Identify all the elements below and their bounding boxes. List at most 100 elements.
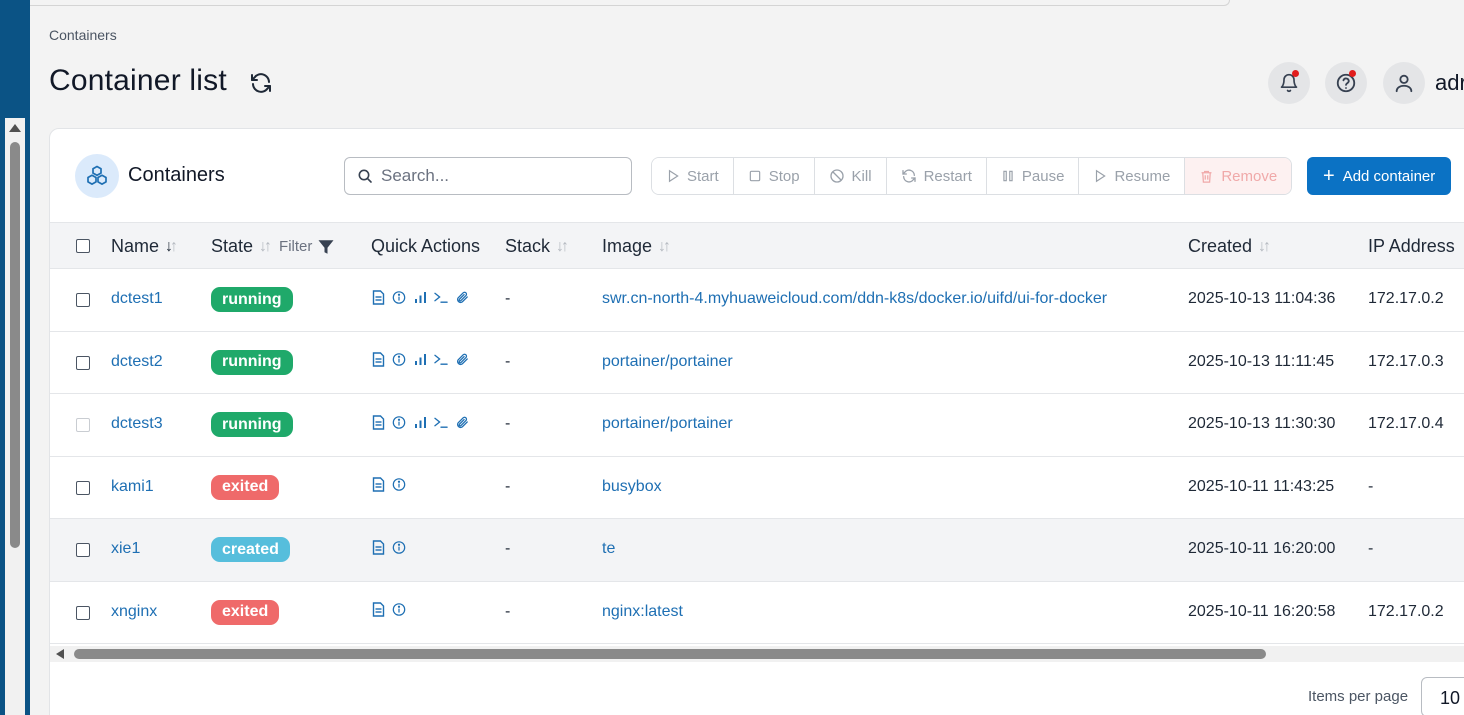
kill-button[interactable]: Kill — [814, 158, 887, 194]
refresh-icon[interactable] — [249, 71, 273, 95]
info-icon[interactable] — [392, 414, 406, 430]
notifications-button[interactable] — [1268, 62, 1310, 104]
sort-icon[interactable]: ↓↑ — [1258, 238, 1271, 256]
column-state[interactable]: State ↓↑ Filter — [211, 236, 335, 257]
stop-label: Stop — [768, 167, 800, 185]
horizontal-scrollbar-thumb[interactable] — [74, 649, 1266, 659]
row-checkbox[interactable] — [76, 418, 90, 432]
stop-button[interactable]: Stop — [733, 158, 815, 194]
play-icon — [668, 169, 679, 183]
stats-icon[interactable] — [413, 414, 427, 430]
logs-icon[interactable] — [371, 352, 385, 368]
info-icon[interactable] — [392, 539, 406, 555]
column-quick-actions: Quick Actions — [371, 236, 480, 257]
add-container-label: Add container — [1342, 167, 1436, 185]
info-icon[interactable] — [392, 477, 406, 493]
containers-card-icon — [75, 154, 119, 198]
image-link[interactable]: portainer/portainer — [602, 415, 733, 433]
logs-icon[interactable] — [371, 477, 385, 493]
remove-button[interactable]: Remove — [1185, 158, 1292, 194]
logs-icon[interactable] — [371, 289, 385, 305]
breadcrumb[interactable]: Containers — [49, 27, 117, 43]
image-link[interactable]: portainer/portainer — [602, 353, 733, 371]
sort-icon[interactable]: ↓↑ — [658, 238, 671, 256]
vertical-scrollbar[interactable] — [5, 118, 25, 715]
console-icon[interactable] — [434, 352, 448, 368]
info-icon[interactable] — [392, 352, 406, 368]
stats-icon[interactable] — [413, 289, 427, 305]
row-checkbox[interactable] — [76, 543, 90, 557]
attach-icon[interactable] — [455, 414, 469, 430]
image-link[interactable]: te — [602, 540, 615, 558]
container-actions-group: Start Stop Kill Restart Pause Resume Rem… — [651, 157, 1293, 195]
column-name-label: Name — [111, 236, 160, 256]
resume-label: Resume — [1114, 167, 1171, 185]
select-all-checkbox[interactable] — [76, 239, 90, 253]
container-name-link[interactable]: xnginx — [111, 603, 157, 621]
user-menu-button[interactable] — [1383, 62, 1425, 104]
state-filter[interactable]: Filter — [279, 238, 335, 256]
info-icon[interactable] — [392, 602, 406, 618]
help-button[interactable] — [1325, 62, 1367, 104]
row-checkbox[interactable] — [76, 480, 90, 495]
sort-icon[interactable]: ↓↑ — [259, 238, 272, 256]
pause-label: Pause — [1021, 167, 1065, 185]
resume-button[interactable]: Resume — [1079, 158, 1186, 194]
table-header: Name ↓↑ State ↓↑ Filter Quick Actions St… — [50, 222, 1464, 269]
quick-actions — [371, 352, 469, 368]
column-stack[interactable]: Stack ↓↑ — [505, 236, 569, 257]
items-per-page-label: Items per page — [1308, 688, 1409, 705]
attach-icon[interactable] — [455, 352, 469, 368]
row-checkbox[interactable] — [76, 355, 90, 370]
column-name[interactable]: Name ↓↑ — [111, 236, 178, 257]
restart-icon — [901, 169, 916, 183]
pause-button[interactable]: Pause — [986, 158, 1080, 194]
add-container-button[interactable]: + Add container — [1307, 157, 1452, 195]
logs-icon[interactable] — [371, 602, 385, 618]
column-ip[interactable]: IP Address — [1368, 236, 1455, 257]
created-cell: 2025-10-13 11:04:36 — [1188, 290, 1336, 307]
sort-icon[interactable]: ↓↑ — [556, 238, 569, 256]
user-name[interactable]: adr — [1435, 70, 1464, 96]
user-icon — [1395, 74, 1413, 93]
vertical-scrollbar-thumb[interactable] — [10, 142, 20, 548]
scroll-left-arrow-icon[interactable] — [56, 649, 64, 659]
containers-card: Containers Start Stop Kill Restart Pause… — [49, 128, 1464, 715]
container-name-link[interactable]: dctest1 — [111, 290, 163, 308]
row-checkbox[interactable] — [76, 293, 90, 307]
info-icon[interactable] — [392, 289, 406, 305]
image-link[interactable]: swr.cn-north-4.myhuaweicloud.com/ddn-k8s… — [602, 290, 1107, 308]
scroll-up-arrow-icon[interactable] — [9, 124, 21, 132]
column-image[interactable]: Image ↓↑ — [602, 236, 671, 257]
horizontal-scrollbar[interactable] — [50, 646, 1464, 662]
pause-icon — [1003, 170, 1013, 182]
quick-actions — [371, 602, 406, 618]
plus-icon: + — [1323, 165, 1335, 187]
table-row: kami1 exited - busybox 2025-10-11 11:43:… — [50, 457, 1464, 519]
stats-icon[interactable] — [413, 352, 427, 368]
items-per-page-select[interactable]: 10 — [1421, 677, 1464, 715]
logs-icon[interactable] — [371, 414, 385, 430]
console-icon[interactable] — [434, 289, 448, 305]
search-input[interactable] — [381, 166, 611, 186]
console-icon[interactable] — [434, 414, 448, 430]
start-button[interactable]: Start — [652, 158, 734, 194]
container-name-link[interactable]: xie1 — [111, 540, 140, 558]
restart-button[interactable]: Restart — [886, 158, 987, 194]
stack-cell: - — [505, 540, 511, 557]
table-row: dctest1 running - swr.cn-north-4.myhuawe… — [50, 269, 1464, 332]
stack-cell: - — [505, 352, 511, 370]
column-created[interactable]: Created ↓↑ — [1188, 236, 1271, 257]
row-checkbox[interactable] — [76, 605, 90, 620]
image-link[interactable]: nginx:latest — [602, 603, 683, 621]
column-image-label: Image — [602, 236, 653, 256]
column-created-label: Created — [1188, 236, 1253, 256]
container-name-link[interactable]: dctest2 — [111, 353, 163, 371]
attach-icon[interactable] — [455, 289, 469, 305]
image-link[interactable]: busybox — [602, 478, 662, 496]
container-name-link[interactable]: kami1 — [111, 478, 154, 496]
container-name-link[interactable]: dctest3 — [111, 415, 163, 433]
logs-icon[interactable] — [371, 539, 385, 555]
sort-desc-icon[interactable]: ↓↑ — [165, 238, 178, 256]
search-box[interactable] — [344, 157, 632, 195]
